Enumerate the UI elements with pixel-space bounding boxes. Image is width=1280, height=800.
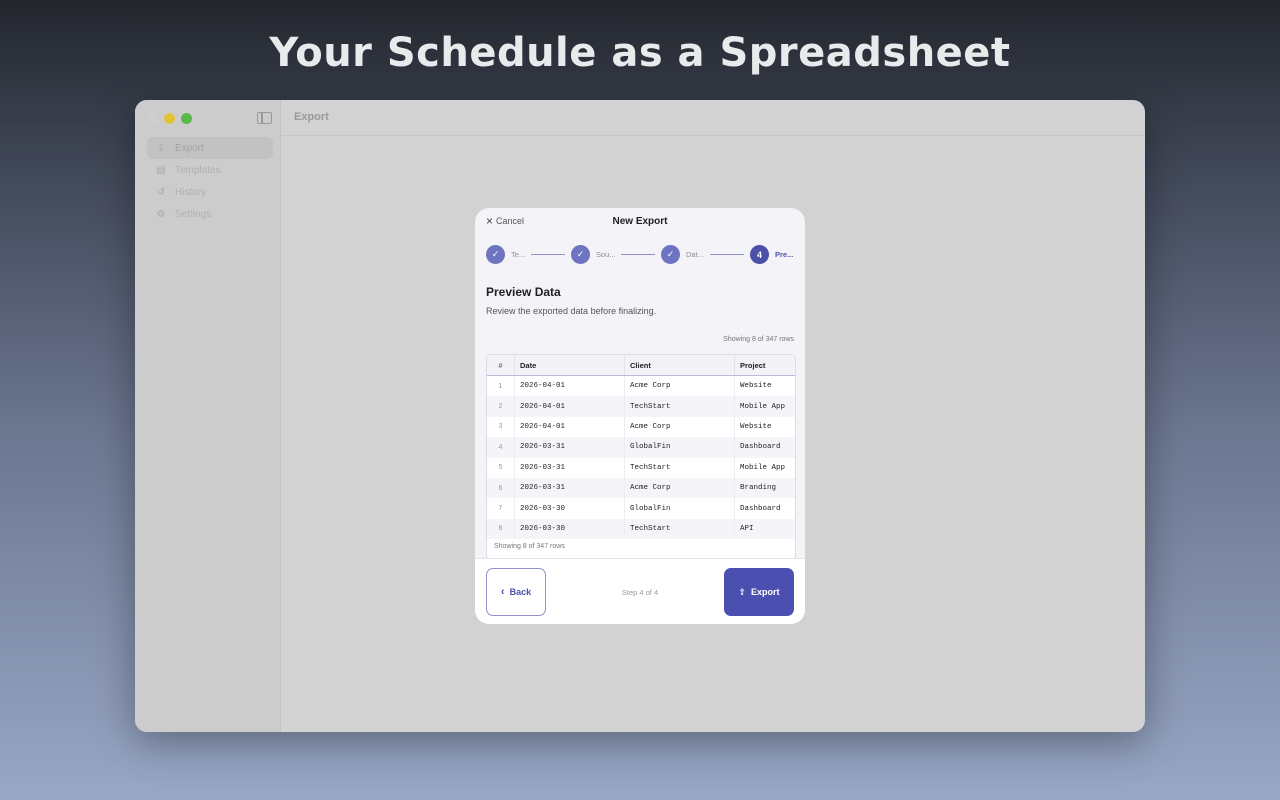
cell-project: Website [740, 422, 772, 431]
cell-project: Branding [734, 477, 795, 499]
cell-index: 8 [487, 518, 515, 540]
cell-client: GlobalFin [624, 498, 735, 519]
dialog-footer: ‹ Back Step 4 of 4 ⇪ Export [475, 558, 805, 624]
new-export-dialog: × Cancel New Export ✓ Te... ✓ Sou... ✓ D… [475, 208, 805, 624]
column-header-date: Date [514, 355, 625, 376]
export-label: Export [751, 587, 780, 597]
sidebar-item-history[interactable]: ↺ History [147, 182, 273, 204]
cell-date: 2026-03-31 [514, 477, 625, 499]
cell-project: API [734, 518, 795, 540]
sidebar-nav: ⇪ Export ▤ Templates ↺ History ⚙ Setting… [147, 137, 273, 226]
cell-client: TechStart [624, 518, 735, 540]
step-4[interactable]: 4 Pre... [750, 245, 793, 264]
sidebar-item-label: History [175, 187, 207, 199]
cell-client: TechStart [624, 396, 735, 417]
table-row: 4 2026-03-31 GlobalFin Dashboard [487, 437, 795, 458]
table-row: 1 2026-04-01 Acme Corp Website [487, 375, 795, 397]
close-window-button[interactable] [147, 113, 158, 124]
checkmark-icon: ✓ [661, 245, 680, 264]
cell-index: 1 [487, 375, 515, 397]
app-window: ⇪ Export ▤ Templates ↺ History ⚙ Setting… [135, 100, 1145, 732]
sidebar-item-label: Settings [175, 209, 212, 221]
cell-project: Website [740, 382, 772, 391]
section-title: Preview Data [486, 285, 561, 299]
export-icon: ⇪ [738, 586, 747, 597]
window-controls [147, 113, 192, 124]
cell-index: 7 [487, 498, 515, 519]
step-label: Sou... [596, 250, 616, 259]
table-row: 5 2026-03-31 TechStart Mobile App [487, 457, 795, 478]
column-header-index: # [487, 355, 515, 376]
cell-index: 3 [487, 416, 515, 438]
table-row: 8 2026-03-30 TechStart API [487, 518, 795, 540]
step-3[interactable]: ✓ Dat... [661, 245, 704, 264]
stepper: ✓ Te... ✓ Sou... ✓ Dat... 4 Pre... [486, 245, 796, 265]
headline: Your Schedule as a Spreadsheet [269, 30, 1011, 76]
column-header-project: Project [734, 355, 795, 376]
page-title: Export [294, 111, 329, 123]
sidebar: ⇪ Export ▤ Templates ↺ History ⚙ Setting… [135, 100, 281, 732]
cell-index: 2 [487, 396, 515, 417]
export-icon: ⇪ [156, 142, 166, 154]
sidebar-toggle-icon[interactable] [257, 112, 272, 124]
step-label: Dat... [686, 250, 704, 259]
sidebar-item-settings[interactable]: ⚙ Settings [147, 204, 273, 226]
section-subtitle: Review the exported data before finalizi… [486, 306, 657, 316]
export-button[interactable]: ⇪ Export [724, 568, 794, 616]
step-1[interactable]: ✓ Te... [486, 245, 525, 264]
maximize-window-button[interactable] [181, 113, 192, 124]
dialog-title: New Export [612, 216, 668, 227]
cell-client: Acme Corp [624, 416, 735, 438]
cell-project: Mobile App [734, 396, 795, 417]
preview-table[interactable]: # Date Client Project 1 2026-04-01 Acme … [486, 354, 796, 560]
minimize-window-button[interactable] [164, 113, 175, 124]
step-2[interactable]: ✓ Sou... [571, 245, 616, 264]
document-icon: ▤ [156, 164, 166, 176]
checkmark-icon: ✓ [486, 245, 505, 264]
cell-date: 2026-04-01 [514, 416, 625, 438]
cell-project: Dashboard [734, 437, 795, 458]
cell-client: Acme Corp [624, 477, 735, 499]
cell-index: 6 [487, 477, 515, 499]
gear-icon: ⚙ [156, 209, 166, 221]
cell-project: Dashboard [740, 504, 781, 513]
sidebar-item-export[interactable]: ⇪ Export [147, 137, 273, 159]
cell-date: 2026-03-30 [514, 518, 625, 540]
step-label: Pre... [775, 250, 794, 259]
cell-index: 5 [487, 457, 515, 478]
table-row: 3 2026-04-01 Acme Corp Website [487, 416, 795, 438]
table-row: 6 2026-03-31 Acme Corp Branding [487, 477, 795, 499]
cell-client: Acme Corp [624, 375, 735, 397]
step-label: Te... [511, 250, 526, 259]
titlebar-divider [280, 135, 1145, 136]
row-count-top: Showing 8 of 347 rows [723, 336, 794, 343]
cell-index: 4 [487, 437, 515, 458]
step-connector [621, 254, 655, 255]
dialog-header: × Cancel New Export [475, 208, 805, 236]
cell-client: GlobalFin [624, 437, 735, 458]
sidebar-item-templates[interactable]: ▤ Templates [147, 159, 273, 181]
cell-date: 2026-04-01 [514, 396, 625, 417]
cell-date: 2026-04-01 [514, 375, 625, 397]
sidebar-item-label: Templates [175, 164, 221, 176]
cell-date: 2026-03-31 [514, 437, 625, 458]
cell-date: 2026-03-30 [514, 498, 625, 519]
step-connector [531, 254, 565, 255]
table-row: 2 2026-04-01 TechStart Mobile App [487, 396, 795, 417]
sidebar-item-label: Export [175, 142, 204, 154]
history-icon: ↺ [156, 187, 166, 199]
cell-project: Mobile App [740, 463, 786, 472]
row-count-bottom: Showing 8 of 347 rows [494, 543, 565, 550]
cell-date: 2026-03-31 [514, 457, 625, 478]
column-header-client: Client [624, 355, 735, 376]
checkmark-icon: ✓ [571, 245, 590, 264]
step-connector [710, 254, 744, 255]
table-row: 7 2026-03-30 GlobalFin Dashboard [487, 498, 795, 519]
step-number: 4 [750, 245, 769, 264]
cell-client: TechStart [624, 457, 735, 478]
table-header-row: # Date Client Project [487, 355, 795, 376]
